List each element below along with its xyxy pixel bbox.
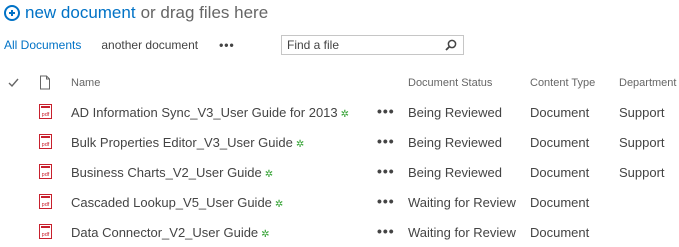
new-item-star-icon: ✲: [340, 109, 350, 120]
document-status-cell: Being Reviewed: [408, 105, 502, 120]
search-input[interactable]: [282, 36, 437, 54]
department-cell: Support: [619, 105, 665, 120]
department-cell: Support: [619, 135, 665, 150]
table-row[interactable]: pdf Data Connector_V2_User Guide ✲ ••• Wa…: [0, 217, 679, 247]
more-views-ellipsis-icon[interactable]: •••: [219, 38, 235, 52]
view-another-document[interactable]: another document: [101, 38, 198, 52]
content-type-cell: Document: [530, 195, 590, 210]
svg-text:pdf: pdf: [42, 232, 50, 238]
table-row[interactable]: pdf Bulk Properties Editor_V3_User Guide…: [0, 127, 679, 157]
file-name-link[interactable]: Business Charts_V2_User Guide ✲: [71, 165, 273, 180]
column-header-name[interactable]: Name: [71, 77, 100, 89]
svg-text:pdf: pdf: [42, 142, 50, 148]
item-menu-ellipsis-icon[interactable]: •••: [377, 103, 395, 119]
document-status-cell: Being Reviewed: [408, 135, 502, 150]
document-status-cell: Waiting for Review: [408, 195, 516, 210]
item-menu-ellipsis-icon[interactable]: •••: [377, 193, 395, 209]
document-icon: [40, 75, 50, 90]
view-all-documents[interactable]: All Documents: [4, 38, 81, 52]
view-selector: All Documents another document •••: [4, 37, 235, 53]
new-item-star-icon: ✲: [261, 229, 270, 240]
file-name: Bulk Properties Editor_V3_User Guide: [71, 135, 293, 150]
pdf-file-icon: pdf: [39, 194, 52, 209]
item-menu-ellipsis-icon[interactable]: •••: [377, 133, 395, 149]
content-type-cell: Document: [530, 165, 590, 180]
svg-text:pdf: pdf: [42, 172, 50, 178]
plus-circle-icon[interactable]: [4, 5, 20, 21]
file-name: Data Connector_V2_User Guide: [71, 225, 259, 240]
file-name: AD Information Sync_V3_User Guide for 20…: [71, 105, 338, 120]
file-name-link[interactable]: Cascaded Lookup_V5_User Guide ✲: [71, 195, 283, 210]
new-document-link[interactable]: new document: [25, 3, 136, 23]
content-type-cell: Document: [530, 225, 590, 240]
column-header-document-status[interactable]: Document Status: [408, 77, 492, 89]
document-status-cell: Waiting for Review: [408, 225, 516, 240]
file-name-link[interactable]: Data Connector_V2_User Guide ✲: [71, 225, 270, 240]
new-item-star-icon: ✲: [295, 139, 305, 150]
svg-text:pdf: pdf: [42, 112, 50, 118]
pdf-file-icon: pdf: [39, 104, 52, 119]
table-row[interactable]: pdf AD Information Sync_V3_User Guide fo…: [0, 97, 679, 127]
file-name: Business Charts_V2_User Guide: [71, 165, 262, 180]
svg-text:pdf: pdf: [42, 202, 50, 208]
column-header-department[interactable]: Department: [619, 77, 676, 89]
column-header-content-type[interactable]: Content Type: [530, 77, 595, 89]
file-name: Cascaded Lookup_V5_User Guide: [71, 195, 272, 210]
department-cell: Support: [619, 165, 665, 180]
drag-files-hint: or drag files here: [140, 3, 269, 22]
document-status-cell: Being Reviewed: [408, 165, 502, 180]
item-menu-ellipsis-icon[interactable]: •••: [377, 223, 395, 239]
table-row[interactable]: pdf Business Charts_V2_User Guide ✲ ••• B…: [0, 157, 679, 187]
checkmark-icon[interactable]: [8, 78, 19, 88]
file-name-link[interactable]: Bulk Properties Editor_V3_User Guide ✲: [71, 135, 304, 150]
new-item-star-icon: ✲: [264, 169, 274, 180]
pdf-file-icon: pdf: [39, 224, 52, 239]
content-type-cell: Document: [530, 135, 590, 150]
table-row[interactable]: pdf Cascaded Lookup_V5_User Guide ✲ ••• W…: [0, 187, 679, 217]
content-type-cell: Document: [530, 105, 590, 120]
pdf-file-icon: pdf: [39, 134, 52, 149]
file-name-link[interactable]: AD Information Sync_V3_User Guide for 20…: [71, 105, 349, 120]
pdf-file-icon: pdf: [39, 164, 52, 179]
item-menu-ellipsis-icon[interactable]: •••: [377, 163, 395, 179]
magnifier-icon[interactable]: [445, 39, 457, 51]
new-item-star-icon: ✲: [274, 199, 284, 210]
search-box: [281, 35, 464, 55]
new-document-command: new document or drag files here: [4, 2, 268, 24]
